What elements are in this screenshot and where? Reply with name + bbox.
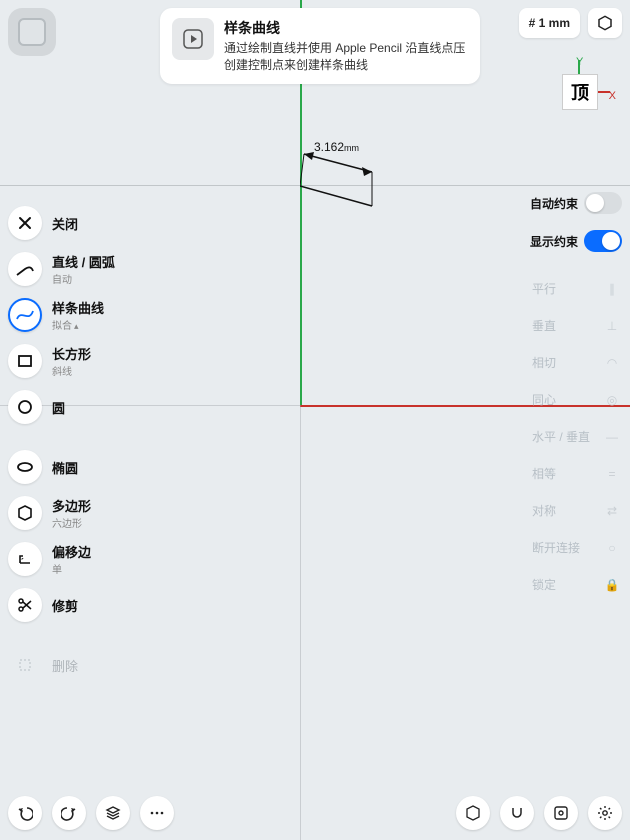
equal-icon: = (604, 466, 620, 482)
constraint-parallel: 平行∥ (522, 272, 630, 305)
close-icon (8, 206, 42, 240)
axis-y-neg (300, 405, 301, 840)
ar-button[interactable] (544, 796, 578, 830)
model-preview-button[interactable] (8, 8, 56, 56)
tool-line-arc[interactable]: 直线 / 圆弧自动 (0, 246, 155, 292)
redo-button[interactable] (52, 796, 86, 830)
offset-icon (8, 542, 42, 576)
tool-spline[interactable]: 样条曲线拟合▴ (0, 292, 155, 338)
dimension-value[interactable]: 3.162mm (314, 140, 359, 154)
constraint-hv: 水平 / 垂直— (522, 420, 630, 453)
tool-rectangle[interactable]: 长方形斜线 (0, 338, 155, 384)
tool-trim[interactable]: 修剪 (0, 582, 155, 628)
spline-icon (8, 298, 42, 332)
perpendicular-icon: ⊥ (604, 318, 620, 334)
sketch-tools-panel: 关闭 直线 / 圆弧自动 样条曲线拟合▴ 长方形斜线 圆 椭圆 多边形六边形 偏… (0, 200, 155, 688)
view-cube-button[interactable] (588, 8, 622, 38)
tooltip-title: 样条曲线 (224, 18, 468, 38)
undo-button[interactable] (8, 796, 42, 830)
toggle-show-constraints[interactable]: 显示约束 (522, 224, 630, 258)
symmetric-icon: ⇄ (604, 503, 620, 519)
constraint-concentric: 同心◎ (522, 383, 630, 416)
dimension-annotation[interactable]: 3.162mm (300, 144, 390, 214)
tool-delete: 删除 (0, 642, 155, 688)
layers-button[interactable] (96, 796, 130, 830)
settings-button[interactable] (588, 796, 622, 830)
circle-icon (8, 390, 42, 424)
ellipse-icon (8, 450, 42, 484)
concentric-icon: ◎ (604, 392, 620, 408)
constraints-panel: 自动约束 显示约束 平行∥ 垂直⊥ 相切◠ 同心◎ 水平 / 垂直— 相等= 对… (522, 186, 630, 601)
constraint-lock: 锁定🔒 (522, 568, 630, 601)
polygon-icon (8, 496, 42, 530)
parallel-icon: ∥ (604, 281, 620, 297)
switch-show[interactable] (584, 230, 622, 252)
toggle-auto-constraints[interactable]: 自动约束 (522, 186, 630, 220)
rectangle-icon (8, 344, 42, 378)
snap-button[interactable] (500, 796, 534, 830)
cube-icon (18, 18, 46, 46)
constraint-break: 断开连接○ (522, 531, 630, 564)
scissors-icon (8, 588, 42, 622)
tool-ellipse[interactable]: 椭圆 (0, 444, 155, 490)
switch-auto[interactable] (584, 192, 622, 214)
grid-size-chip[interactable]: # 1 mm (519, 8, 580, 38)
orientation-gizmo[interactable]: Y X 顶 (548, 60, 610, 122)
delete-icon (8, 648, 42, 682)
tool-offset[interactable]: 偏移边单 (0, 536, 155, 582)
view-box-button[interactable] (456, 796, 490, 830)
line-arc-icon (8, 252, 42, 286)
lock-icon: 🔒 (604, 577, 620, 593)
break-icon: ○ (604, 540, 620, 556)
bottom-right-toolbar (456, 796, 622, 830)
constraint-equal: 相等= (522, 457, 630, 490)
tooltip-desc: 通过绘制直线并使用 Apple Pencil 沿直线点压创建控制点来创建样条曲线 (224, 40, 468, 74)
tool-tooltip: 样条曲线 通过绘制直线并使用 Apple Pencil 沿直线点压创建控制点来创… (160, 8, 480, 84)
constraint-perpendicular: 垂直⊥ (522, 309, 630, 342)
tool-polygon[interactable]: 多边形六边形 (0, 490, 155, 536)
play-icon[interactable] (172, 18, 214, 60)
bottom-left-toolbar (8, 796, 174, 830)
constraint-symmetric: 对称⇄ (522, 494, 630, 527)
t-circle[interactable]: 圆 (0, 384, 155, 430)
hv-icon: — (604, 429, 620, 445)
constraint-tangent: 相切◠ (522, 346, 630, 379)
more-button[interactable] (140, 796, 174, 830)
tool-close[interactable]: 关闭 (0, 200, 155, 246)
tangent-icon: ◠ (604, 355, 620, 371)
cube-outline-icon (596, 14, 614, 32)
